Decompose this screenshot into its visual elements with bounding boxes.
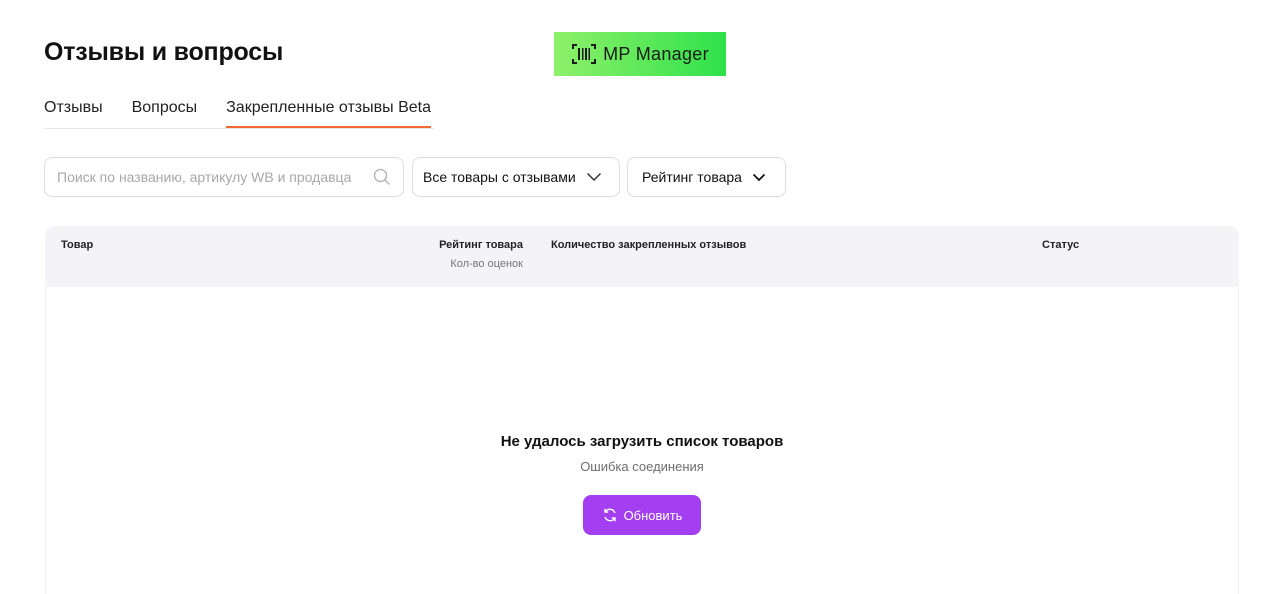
refresh-icon xyxy=(602,507,618,523)
rating-filter-label: Рейтинг товара xyxy=(642,169,742,185)
column-header-rating-label: Рейтинг товара xyxy=(439,239,523,251)
page-title: Отзывы и вопросы xyxy=(44,38,284,66)
table-body: Не удалось загрузить список товаров Ошиб… xyxy=(45,287,1239,594)
table-header: Товар Рейтинг товара Кол-во оценок Колич… xyxy=(45,226,1239,287)
empty-state-subtitle: Ошибка соединения xyxy=(580,459,704,474)
tab-questions[interactable]: Вопросы xyxy=(132,96,198,128)
chevron-down-icon xyxy=(752,173,766,182)
page: Отзывы и вопросы MP Manager Отзывы Вопро… xyxy=(0,0,1280,594)
column-header-product[interactable]: Товар xyxy=(61,239,93,251)
products-filter-dropdown[interactable]: Все товары с отзывами xyxy=(412,157,620,197)
tab-pinned-reviews[interactable]: Закрепленные отзывы Beta xyxy=(226,96,431,128)
tab-reviews[interactable]: Отзывы xyxy=(44,96,103,128)
column-header-status[interactable]: Статус xyxy=(1042,239,1079,251)
products-table: Товар Рейтинг товара Кол-во оценок Колич… xyxy=(45,226,1239,594)
refresh-button[interactable]: Обновить xyxy=(583,495,701,535)
search-input[interactable] xyxy=(57,169,367,185)
search-box xyxy=(44,157,404,197)
refresh-button-label: Обновить xyxy=(623,507,683,523)
products-filter-label: Все товары с отзывами xyxy=(423,169,576,185)
empty-state-title: Не удалось загрузить список товаров xyxy=(500,433,784,450)
brand-badge: MP Manager xyxy=(554,32,726,76)
column-header-pinned-count[interactable]: Количество закрепленных отзывов xyxy=(551,239,746,251)
empty-state: Не удалось загрузить список товаров Ошиб… xyxy=(46,433,1238,535)
search-icon[interactable] xyxy=(373,168,391,186)
rating-filter-dropdown[interactable]: Рейтинг товара xyxy=(627,157,786,197)
column-header-rating[interactable]: Рейтинг товара Кол-во оценок xyxy=(438,239,523,270)
barcode-icon xyxy=(571,43,597,65)
column-header-rating-count: Кол-во оценок xyxy=(450,258,523,270)
tabs: Отзывы Вопросы Закрепленные отзывы Beta xyxy=(44,96,434,129)
brand-name: MP Manager xyxy=(603,43,709,64)
chevron-down-icon xyxy=(586,172,602,182)
